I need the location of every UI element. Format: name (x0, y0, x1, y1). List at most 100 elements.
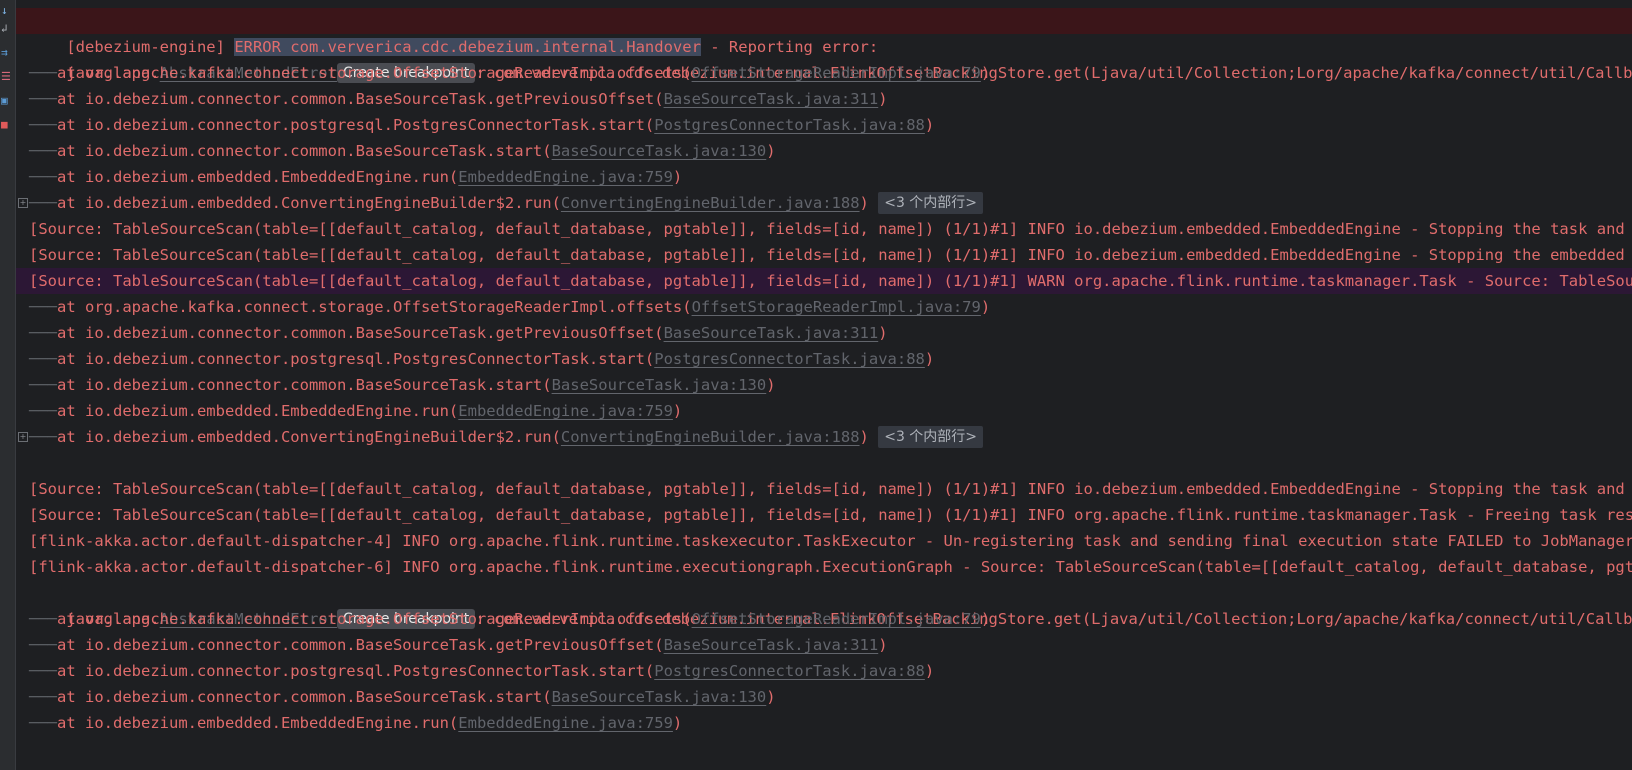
frame-indent-dash: ─── (29, 298, 57, 316)
log-line-info: [Source: TableSourceScan(table=[[default… (16, 216, 1632, 242)
stack-frame: ───at io.debezium.embedded.EmbeddedEngin… (16, 398, 1632, 424)
frame-text: at io.debezium.connector.common.BaseSour… (57, 324, 664, 342)
source-link[interactable]: EmbeddedEngine.java:759 (458, 714, 673, 732)
expand-fold-icon[interactable]: + (18, 198, 28, 208)
filter-icon[interactable]: ☰ (1, 70, 11, 83)
source-link[interactable]: OffsetStorageReaderImpl.java:79 (692, 64, 981, 82)
log-message: [Source: TableSourceScan(table=[[default… (29, 272, 1632, 290)
source-link[interactable]: BaseSourceTask.java:130 (552, 142, 767, 160)
frame-close: ) (924, 662, 935, 680)
frame-text: at io.debezium.connector.common.BaseSour… (57, 636, 664, 654)
frame-indent-dash: ─── (29, 350, 57, 368)
source-link[interactable]: BaseSourceTask.java:311 (664, 324, 879, 342)
frame-close: ) (672, 714, 683, 732)
frame-indent-dash: ─── (29, 116, 57, 134)
source-link[interactable]: BaseSourceTask.java:130 (552, 376, 767, 394)
log-message: [Source: TableSourceScan(table=[[default… (29, 246, 1632, 264)
log-message: [Source: TableSourceScan(table=[[default… (29, 506, 1632, 524)
stack-frame: ───at org.apache.kafka.connect.storage.O… (16, 60, 1632, 86)
frame-text: at io.debezium.embedded.ConvertingEngine… (57, 194, 561, 212)
stack-frame: ───at io.debezium.connector.common.BaseS… (16, 684, 1632, 710)
frame-close: ) (859, 194, 879, 212)
log-message: [flink-akka.actor.default-dispatcher-4] … (29, 532, 1632, 550)
frame-close: ) (766, 688, 776, 706)
stack-frame: + ───at io.debezium.embedded.ConvertingEn… (16, 190, 1632, 216)
frame-close: ) (672, 168, 683, 186)
frame-text: at io.debezium.connector.common.BaseSour… (57, 376, 552, 394)
frame-text: at org.apache.kafka.connect.storage.Offs… (57, 298, 692, 316)
frame-close: ) (980, 610, 991, 628)
print-icon[interactable]: ▣ (1, 94, 8, 107)
source-link[interactable]: BaseSourceTask.java:311 (664, 636, 879, 654)
frame-indent-dash: ─── (29, 168, 57, 186)
log-line-error: [debezium-engine] ERROR com.ververica.cd… (16, 8, 1632, 56)
log-line-info: [flink-akka.actor.default-dispatcher-6] … (16, 554, 1632, 580)
frame-indent-dash: ─── (29, 324, 57, 342)
frame-close: ) (672, 402, 683, 420)
stack-frame: ───at io.debezium.embedded.EmbeddedEngin… (16, 710, 1632, 736)
log-line-warn: [Source: TableSourceScan(table=[[default… (16, 268, 1632, 294)
frame-close: ) (924, 116, 935, 134)
source-link[interactable]: OffsetStorageReaderImpl.java:79 (692, 298, 981, 316)
stack-frame: + ───at io.debezium.embedded.ConvertingEn… (16, 424, 1632, 450)
source-link[interactable]: ConvertingEngineBuilder.java:188 (561, 194, 860, 212)
frame-indent-dash: ─── (29, 376, 57, 394)
stack-frame: ───at io.debezium.connector.postgresql.P… (16, 346, 1632, 372)
source-link[interactable]: PostgresConnectorTask.java:88 (654, 116, 925, 134)
frame-text: at io.debezium.connector.common.BaseSour… (57, 688, 552, 706)
log-line-info: [flink-akka.actor.default-dispatcher-4] … (16, 528, 1632, 554)
frame-indent-dash: ─── (29, 90, 57, 108)
source-link[interactable]: OffsetStorageReaderImpl.java:79 (692, 610, 981, 628)
frame-close: ) (766, 376, 776, 394)
log-message: [Source: TableSourceScan(table=[[default… (29, 220, 1632, 238)
frame-indent-dash: ─── (29, 142, 57, 160)
frame-close: ) (878, 324, 888, 342)
source-link[interactable]: BaseSourceTask.java:311 (664, 90, 879, 108)
internal-lines-chip[interactable]: <3 个内部行> (878, 192, 984, 214)
frame-close: ) (980, 64, 991, 82)
frame-indent-dash: ─── (29, 662, 57, 680)
frame-indent-dash: ─── (29, 636, 57, 654)
frame-text: at io.debezium.connector.common.BaseSour… (57, 142, 552, 160)
exception-line: java.lang.AbstractMethodError Create brea… (16, 34, 1632, 83)
stack-frame: ───at io.debezium.connector.postgresql.P… (16, 658, 1632, 684)
stack-frame: ───at io.debezium.connector.postgresql.P… (16, 112, 1632, 138)
clear-all-icon[interactable]: ■ (1, 118, 8, 131)
stack-frame: ───at io.debezium.connector.common.BaseS… (16, 86, 1632, 112)
frame-text: at io.debezium.embedded.ConvertingEngine… (57, 428, 561, 446)
log-message: [flink-akka.actor.default-dispatcher-6] … (29, 558, 1632, 576)
frame-text: at io.debezium.connector.common.BaseSour… (57, 90, 664, 108)
frame-text: at io.debezium.connector.postgresql.Post… (57, 662, 655, 680)
frame-close: ) (878, 90, 888, 108)
frame-text: at io.debezium.embedded.EmbeddedEngine.r… (57, 714, 459, 732)
frame-close: ) (878, 636, 888, 654)
step-over-icon[interactable]: ↓ (1, 4, 8, 17)
scroll-to-end-icon[interactable]: ⇉ (1, 46, 8, 59)
stack-frame: ───at io.debezium.connector.common.BaseS… (16, 320, 1632, 346)
source-link[interactable]: PostgresConnectorTask.java:88 (654, 350, 925, 368)
source-link[interactable]: BaseSourceTask.java:130 (552, 688, 767, 706)
internal-lines-chip[interactable]: <3 个内部行> (878, 426, 984, 448)
frame-indent-dash: ─── (29, 402, 57, 420)
frame-text: at org.apache.kafka.connect.storage.Offs… (57, 64, 692, 82)
stack-frame: ───at org.apache.kafka.connect.storage.O… (16, 606, 1632, 632)
source-link[interactable]: PostgresConnectorTask.java:88 (654, 662, 925, 680)
frame-close: ) (924, 350, 935, 368)
log-line-info: [Source: TableSourceScan(table=[[default… (16, 242, 1632, 268)
exception-line: java.lang.AbstractMethodError Create brea… (16, 580, 1632, 629)
run-console-output[interactable]: [debezium-engine] ERROR com.ververica.cd… (15, 0, 1632, 770)
frame-close: ) (766, 142, 776, 160)
stack-frame: ───at org.apache.kafka.connect.storage.O… (16, 294, 1632, 320)
frame-text: at io.debezium.embedded.EmbeddedEngine.r… (57, 168, 459, 186)
expand-fold-icon[interactable]: + (18, 432, 28, 442)
frame-text: at io.debezium.connector.postgresql.Post… (57, 350, 655, 368)
frame-indent-dash: ─── (29, 64, 57, 82)
soft-wrap-icon[interactable]: ↲ (1, 22, 8, 35)
frame-indent-dash: ─── (29, 688, 57, 706)
stack-frame: ───at io.debezium.connector.common.BaseS… (16, 372, 1632, 398)
stack-frame: ───at io.debezium.connector.common.BaseS… (16, 632, 1632, 658)
source-link[interactable]: EmbeddedEngine.java:759 (458, 168, 673, 186)
source-link[interactable]: ConvertingEngineBuilder.java:188 (561, 428, 860, 446)
frame-close: ) (859, 428, 879, 446)
source-link[interactable]: EmbeddedEngine.java:759 (458, 402, 673, 420)
